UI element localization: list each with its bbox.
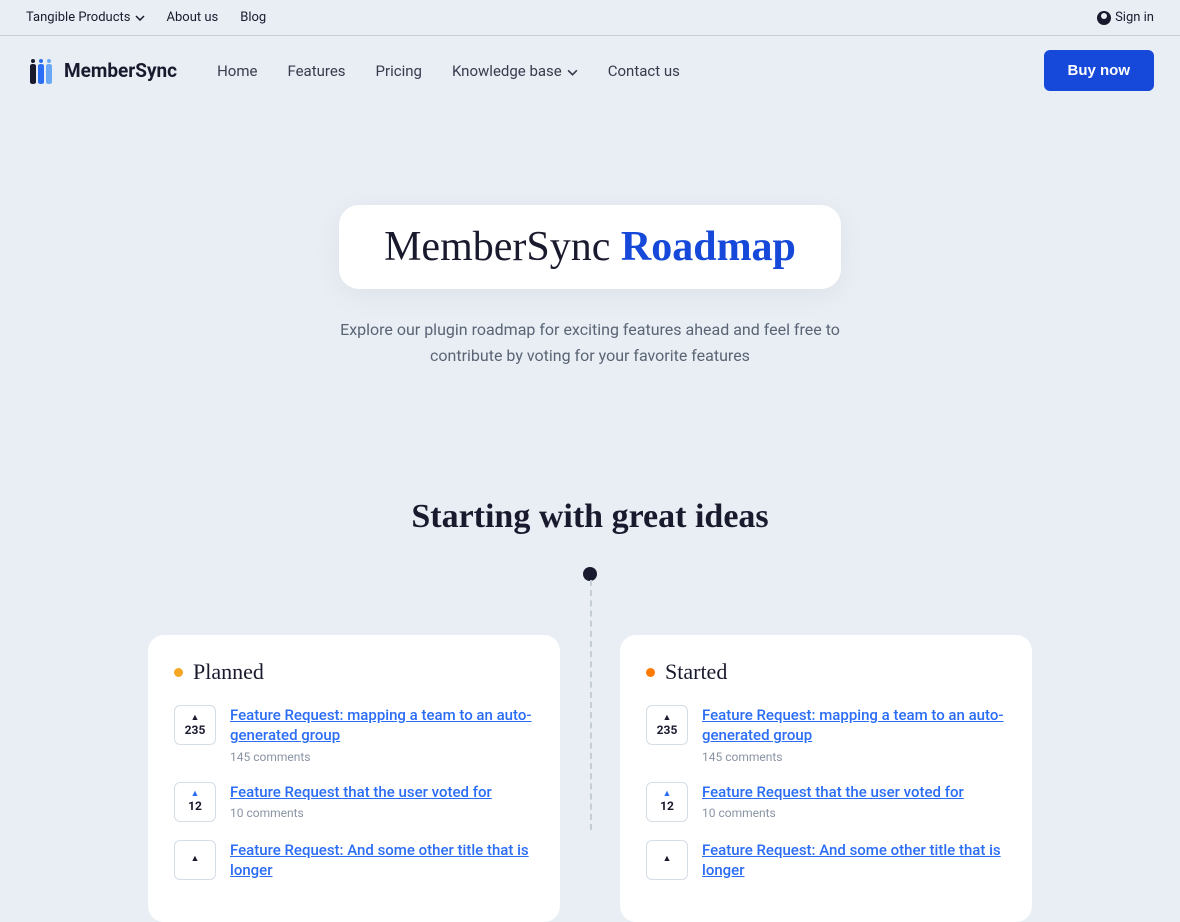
card-header: Planned	[174, 659, 534, 685]
hero-title: MemberSync Roadmap	[384, 223, 796, 271]
vote-button[interactable]: ▲ 235	[174, 705, 216, 745]
started-card: Started ▲ 235 Feature Request: mapping a…	[620, 635, 1032, 922]
vote-button[interactable]: ▲ 235	[646, 705, 688, 745]
upvote-icon: ▲	[663, 714, 672, 723]
timeline-start	[0, 566, 1180, 585]
main-nav: MemberSync Home Features Pricing Knowled…	[0, 36, 1180, 105]
upvote-icon: ▲	[191, 855, 200, 864]
card-header: Started	[646, 659, 1006, 685]
feature-content: Feature Request that the user voted for …	[702, 782, 1006, 822]
status-dot-planned-icon	[174, 668, 183, 677]
vote-button[interactable]: ▲ 12	[174, 782, 216, 822]
feature-item: ▲ 235 Feature Request: mapping a team to…	[646, 705, 1006, 764]
top-bar-left: Tangible Products About us Blog	[26, 10, 266, 25]
upvote-icon: ▲	[663, 790, 672, 799]
planned-card: Planned ▲ 235 Feature Request: mapping a…	[148, 635, 560, 922]
nav-knowledge[interactable]: Knowledge base	[452, 62, 578, 80]
feature-content: Feature Request that the user voted for …	[230, 782, 534, 822]
nav-contact[interactable]: Contact us	[608, 62, 680, 80]
hero-title-box: MemberSync Roadmap	[339, 205, 841, 289]
blog-link[interactable]: Blog	[240, 10, 266, 25]
hero: MemberSync Roadmap Explore our plugin ro…	[0, 105, 1180, 428]
feature-content: Feature Request: And some other title th…	[230, 840, 534, 881]
top-bar: Tangible Products About us Blog Sign in	[0, 0, 1180, 36]
vote-count: 235	[657, 723, 678, 737]
about-us-link[interactable]: About us	[167, 10, 219, 25]
timeline-dot-icon	[583, 567, 597, 581]
tangible-products-link[interactable]: Tangible Products	[26, 10, 145, 25]
logo-icon	[26, 56, 56, 86]
nav-knowledge-label: Knowledge base	[452, 62, 562, 80]
logo-text: MemberSync	[64, 59, 177, 82]
feature-content: Feature Request: And some other title th…	[702, 840, 1006, 881]
nav-pricing[interactable]: Pricing	[376, 62, 422, 80]
upvote-icon: ▲	[663, 855, 672, 864]
feature-link[interactable]: Feature Request: And some other title th…	[702, 841, 1001, 879]
logo[interactable]: MemberSync	[26, 56, 177, 86]
feature-item: ▲ 235 Feature Request: mapping a team to…	[174, 705, 534, 764]
hero-title-accent: Roadmap	[621, 224, 796, 270]
nav-features[interactable]: Features	[287, 62, 345, 80]
nav-links: Home Features Pricing Knowledge base Con…	[217, 62, 1043, 80]
sign-in-label: Sign in	[1115, 10, 1154, 25]
feature-item: ▲ Feature Request: And some other title …	[174, 840, 534, 881]
feature-link[interactable]: Feature Request: mapping a team to an au…	[702, 706, 1003, 744]
vote-count: 235	[185, 723, 206, 737]
card-title: Planned	[193, 659, 264, 685]
chevron-down-icon	[567, 62, 578, 80]
feature-link[interactable]: Feature Request: And some other title th…	[230, 841, 529, 879]
vote-button[interactable]: ▲	[646, 840, 688, 880]
vote-count: 12	[188, 799, 202, 813]
feature-comments: 145 comments	[230, 750, 534, 764]
tangible-products-label: Tangible Products	[26, 10, 131, 25]
feature-link[interactable]: Feature Request: mapping a team to an au…	[230, 706, 531, 744]
upvote-icon: ▲	[191, 790, 200, 799]
buy-now-button[interactable]: Buy now	[1044, 50, 1155, 91]
nav-home[interactable]: Home	[217, 62, 257, 80]
feature-item: ▲ 12 Feature Request that the user voted…	[646, 782, 1006, 822]
vote-button[interactable]: ▲	[174, 840, 216, 880]
card-title: Started	[665, 659, 727, 685]
timeline-line	[590, 580, 592, 830]
upvote-icon: ▲	[191, 714, 200, 723]
feature-link[interactable]: Feature Request that the user voted for	[230, 783, 492, 801]
feature-item: ▲ 12 Feature Request that the user voted…	[174, 782, 534, 822]
sign-in-link[interactable]: Sign in	[1097, 10, 1154, 25]
hero-title-primary: MemberSync	[384, 224, 621, 270]
vote-button[interactable]: ▲ 12	[646, 782, 688, 822]
hero-subtitle: Explore our plugin roadmap for exciting …	[340, 317, 840, 368]
feature-comments: 10 comments	[702, 806, 1006, 820]
vote-count: 12	[660, 799, 674, 813]
feature-link[interactable]: Feature Request that the user voted for	[702, 783, 964, 801]
status-dot-started-icon	[646, 668, 655, 677]
chevron-down-icon	[135, 10, 145, 25]
feature-content: Feature Request: mapping a team to an au…	[230, 705, 534, 764]
section-title: Starting with great ideas	[0, 498, 1180, 536]
feature-content: Feature Request: mapping a team to an au…	[702, 705, 1006, 764]
feature-comments: 145 comments	[702, 750, 1006, 764]
feature-comments: 10 comments	[230, 806, 534, 820]
top-bar-right: Sign in	[1097, 10, 1154, 25]
feature-item: ▲ Feature Request: And some other title …	[646, 840, 1006, 881]
user-icon	[1097, 11, 1111, 25]
